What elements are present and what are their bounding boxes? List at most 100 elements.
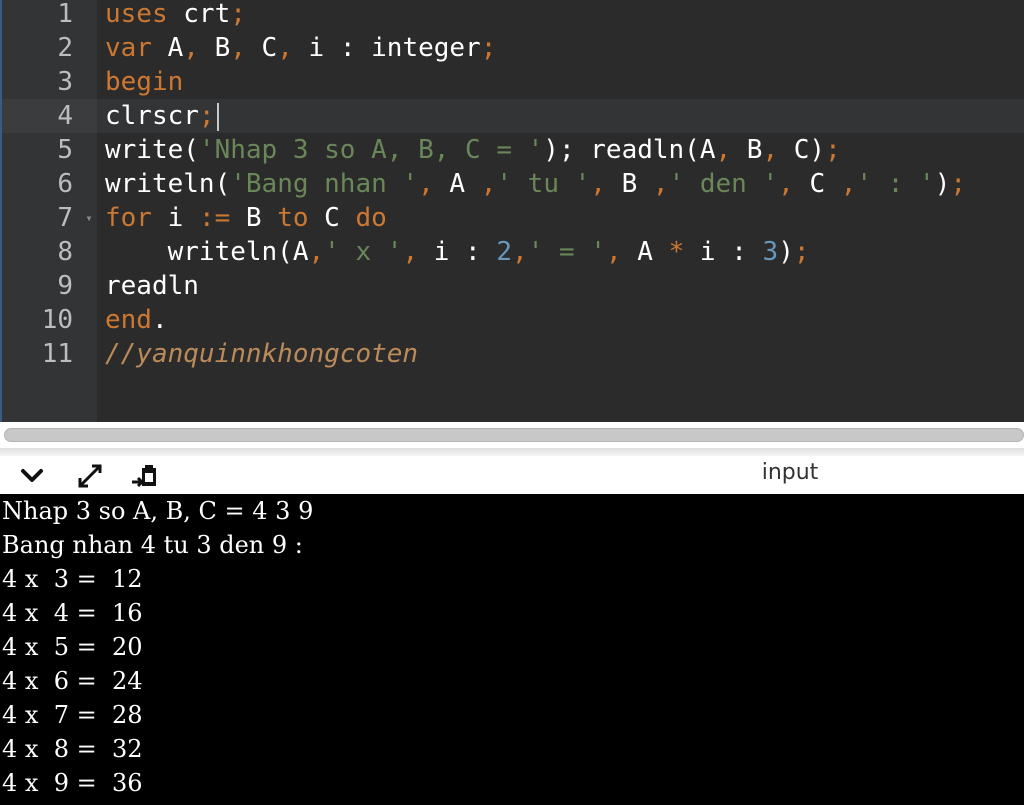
code-token: , — [418, 169, 434, 199]
code-token: do — [355, 203, 387, 233]
line-number: 11 — [41, 339, 73, 369]
clear-console-icon[interactable] — [130, 462, 162, 490]
code-token: ; — [198, 101, 215, 131]
code-token: ' tu ' — [496, 169, 591, 199]
splitter-handle[interactable] — [4, 428, 1024, 442]
code-token: ' : ' — [856, 169, 935, 199]
code-token: C — [308, 203, 356, 233]
code-line[interactable]: 6 writeln('Bang nhan ', A ,' tu ', B ,' d… — [2, 167, 1024, 201]
code-text[interactable]: end. — [105, 303, 168, 337]
line-number: 3 — [57, 67, 73, 97]
panel-splitter[interactable] — [0, 422, 1024, 460]
code-token: i : — [684, 237, 763, 267]
code-token: . — [151, 305, 168, 335]
input-label[interactable]: input — [740, 456, 840, 490]
code-line[interactable]: 10 end. — [2, 303, 1024, 337]
line-number: 1 — [57, 0, 73, 29]
code-token: A — [433, 169, 481, 199]
code-line[interactable]: 4 clrscr; — [2, 99, 1024, 133]
fold-toggle-icon[interactable]: ▾ — [82, 201, 96, 235]
console-line: 4 x 5 = 20 — [2, 633, 143, 661]
chevron-down-icon[interactable] — [16, 462, 48, 490]
code-text[interactable]: begin — [105, 65, 183, 99]
code-token: ); — [543, 135, 575, 165]
code-token: ; — [950, 169, 967, 199]
code-editor[interactable]: 1 uses crt; 2 var A, B, C, i : integer; 3 beg… — [0, 0, 1024, 422]
code-token: , — [277, 33, 293, 63]
code-token: , — [605, 237, 622, 267]
code-token: C — [793, 169, 841, 199]
code-text[interactable]: uses crt; — [105, 0, 246, 31]
console-line: 4 x 9 = 36 — [2, 769, 143, 797]
code-token: , — [652, 169, 669, 199]
code-line[interactable]: 7 ▾ for i := B to C do — [2, 201, 1024, 235]
code-token: i : integer — [292, 33, 481, 63]
code-token: , — [183, 33, 199, 63]
code-text[interactable]: writeln(A,' x ', i : 2,' = ', A * i : 3)… — [105, 235, 810, 269]
code-token: clrscr — [105, 101, 199, 131]
code-text[interactable]: for i := B to C do — [105, 201, 387, 235]
code-token: B — [731, 135, 763, 165]
code-token: B — [198, 33, 231, 63]
code-line[interactable]: 9 readln — [2, 269, 1024, 303]
code-text[interactable]: writeln('Bang nhan ', A ,' tu ', B ,' de… — [105, 167, 966, 201]
code-text[interactable]: write('Nhap 3 so A, B, C = '); readln(A,… — [105, 133, 841, 167]
code-token: , — [230, 33, 246, 63]
code-token: readln(A — [574, 135, 716, 165]
console-line: 4 x 8 = 32 — [2, 735, 143, 763]
code-token: ; — [825, 135, 841, 165]
code-text[interactable]: readln — [105, 269, 199, 303]
code-token: C) — [778, 135, 826, 165]
code-token: uses — [105, 0, 168, 29]
code-token: ' = ' — [527, 237, 606, 267]
code-token: for — [105, 203, 152, 233]
code-token: end — [105, 305, 152, 335]
code-token: crt — [167, 0, 231, 29]
code-line[interactable]: 11 //yanquinnkhongcoten — [2, 337, 1024, 371]
console-line: 4 x 7 = 28 — [2, 701, 143, 729]
code-token: B — [230, 203, 278, 233]
expand-arrows-icon[interactable] — [74, 462, 106, 490]
code-token: i : — [418, 237, 497, 267]
code-token: , — [762, 135, 779, 165]
code-token: var — [105, 33, 152, 63]
code-token: , — [778, 169, 794, 199]
code-line[interactable]: 8 writeln(A,' x ', i : 2,' = ', A * i : … — [2, 235, 1024, 269]
line-number: 5 — [57, 135, 73, 165]
code-line[interactable]: 1 uses crt; — [2, 0, 1024, 31]
code-token: A — [151, 33, 184, 63]
code-token: , — [402, 237, 419, 267]
code-token: readln — [105, 271, 199, 301]
code-token: writeln( — [105, 169, 231, 199]
code-token: 'Bang nhan ' — [230, 169, 419, 199]
code-text[interactable]: clrscr; — [105, 99, 219, 133]
code-text[interactable]: var A, B, C, i : integer; — [105, 31, 496, 65]
code-token: 'Nhap 3 so A, B, C = ' — [198, 135, 544, 165]
code-token: * — [668, 237, 685, 267]
code-line[interactable]: 2 var A, B, C, i : integer; — [2, 31, 1024, 65]
code-token: B — [605, 169, 653, 199]
code-token: ; — [793, 237, 810, 267]
code-token: ) — [778, 237, 794, 267]
code-token: i — [151, 203, 199, 233]
code-token: write( — [105, 135, 199, 165]
console-toolbar: input — [0, 456, 1024, 494]
code-token: ; — [480, 33, 497, 63]
console-line: 4 x 4 = 16 — [2, 599, 143, 627]
line-number: 8 — [57, 237, 73, 267]
code-token: ' x ' — [324, 237, 403, 267]
code-token: ) — [934, 169, 951, 199]
code-token: to — [277, 203, 309, 233]
code-text[interactable]: //yanquinnkhongcoten — [105, 337, 418, 371]
code-area[interactable]: 1 uses crt; 2 var A, B, C, i : integer; 3 beg… — [2, 0, 1024, 422]
line-number: 4 — [2, 99, 97, 133]
code-line[interactable]: 3 begin — [2, 65, 1024, 99]
code-token: ; — [230, 0, 246, 29]
console-line: Nhap 3 so A, B, C = 4 3 9 — [2, 497, 314, 525]
code-token: , — [715, 135, 732, 165]
code-token: //yanquinnkhongcoten — [105, 339, 419, 369]
code-token: , — [512, 237, 528, 267]
console-line: 4 x 6 = 24 — [2, 667, 143, 695]
code-line[interactable]: 5 write('Nhap 3 so A, B, C = '); readln(A… — [2, 133, 1024, 167]
console-line: Bang nhan 4 tu 3 den 9 : — [2, 531, 303, 559]
